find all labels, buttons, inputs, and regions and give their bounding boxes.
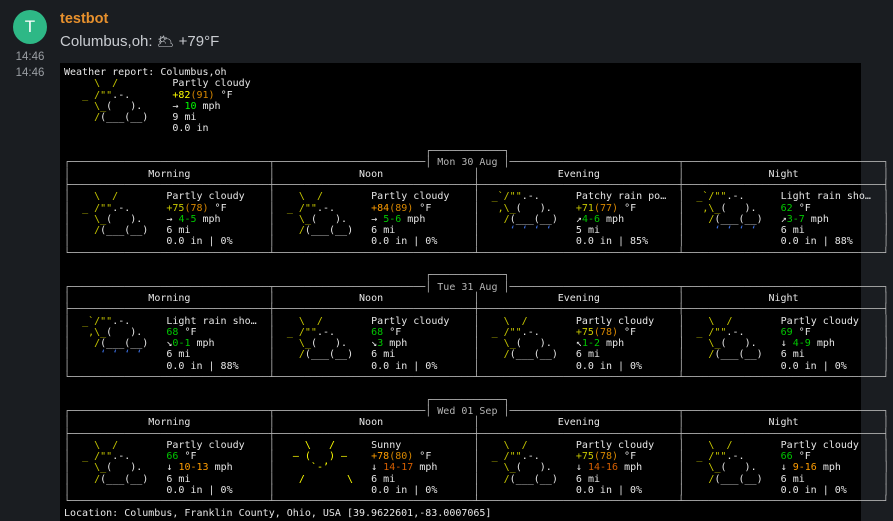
chat-message-terminal: 14:46 Weather report: Columbus,oh \ / Pa…	[0, 63, 893, 521]
sun-behind-cloud-icon: 🌥	[156, 33, 175, 49]
message-timestamp: 14:46	[15, 51, 45, 63]
weather-terminal-output: Weather report: Columbus,oh \ / Partly c…	[60, 63, 889, 521]
weather-summary-line: Columbus,oh: 🌥 +79°F	[60, 28, 893, 53]
summary-temperature: +79°F	[174, 33, 220, 50]
avatar[interactable]: T	[13, 10, 47, 44]
terminal-message-timestamp: 14:46	[15, 67, 45, 79]
username[interactable]: testbot	[60, 8, 893, 28]
message-body: testbot Columbus,oh: 🌥 +79°F	[60, 8, 893, 63]
message-gutter: T 14:46	[0, 8, 60, 63]
terminal-message-gutter: 14:46	[0, 63, 60, 521]
chat-message-header: T 14:46 testbot Columbus,oh: 🌥 +79°F	[0, 0, 893, 63]
summary-location: Columbus,oh:	[60, 33, 157, 50]
